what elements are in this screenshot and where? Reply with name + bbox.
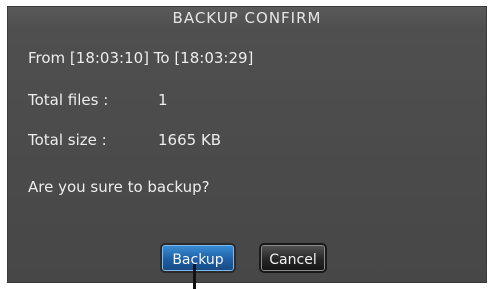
total-files-value: 1 xyxy=(158,91,168,109)
text-cursor-icon xyxy=(193,264,196,289)
dialog-title: BACKUP CONFIRM xyxy=(172,9,322,27)
total-files-row: Total files : 1 xyxy=(28,91,168,109)
cancel-button[interactable]: Cancel xyxy=(259,243,327,273)
backup-confirm-dialog: BACKUP CONFIRM From [18:03:10] To [18:03… xyxy=(7,6,487,283)
time-range-text: From [18:03:10] To [18:03:29] xyxy=(28,49,254,67)
total-files-label: Total files : xyxy=(28,91,109,109)
confirm-question: Are you sure to backup? xyxy=(28,178,210,196)
total-size-row: Total size : 1665 KB xyxy=(28,131,221,149)
total-size-label: Total size : xyxy=(28,131,107,149)
backup-button[interactable]: Backup xyxy=(160,243,236,273)
total-size-value: 1665 KB xyxy=(158,131,222,149)
